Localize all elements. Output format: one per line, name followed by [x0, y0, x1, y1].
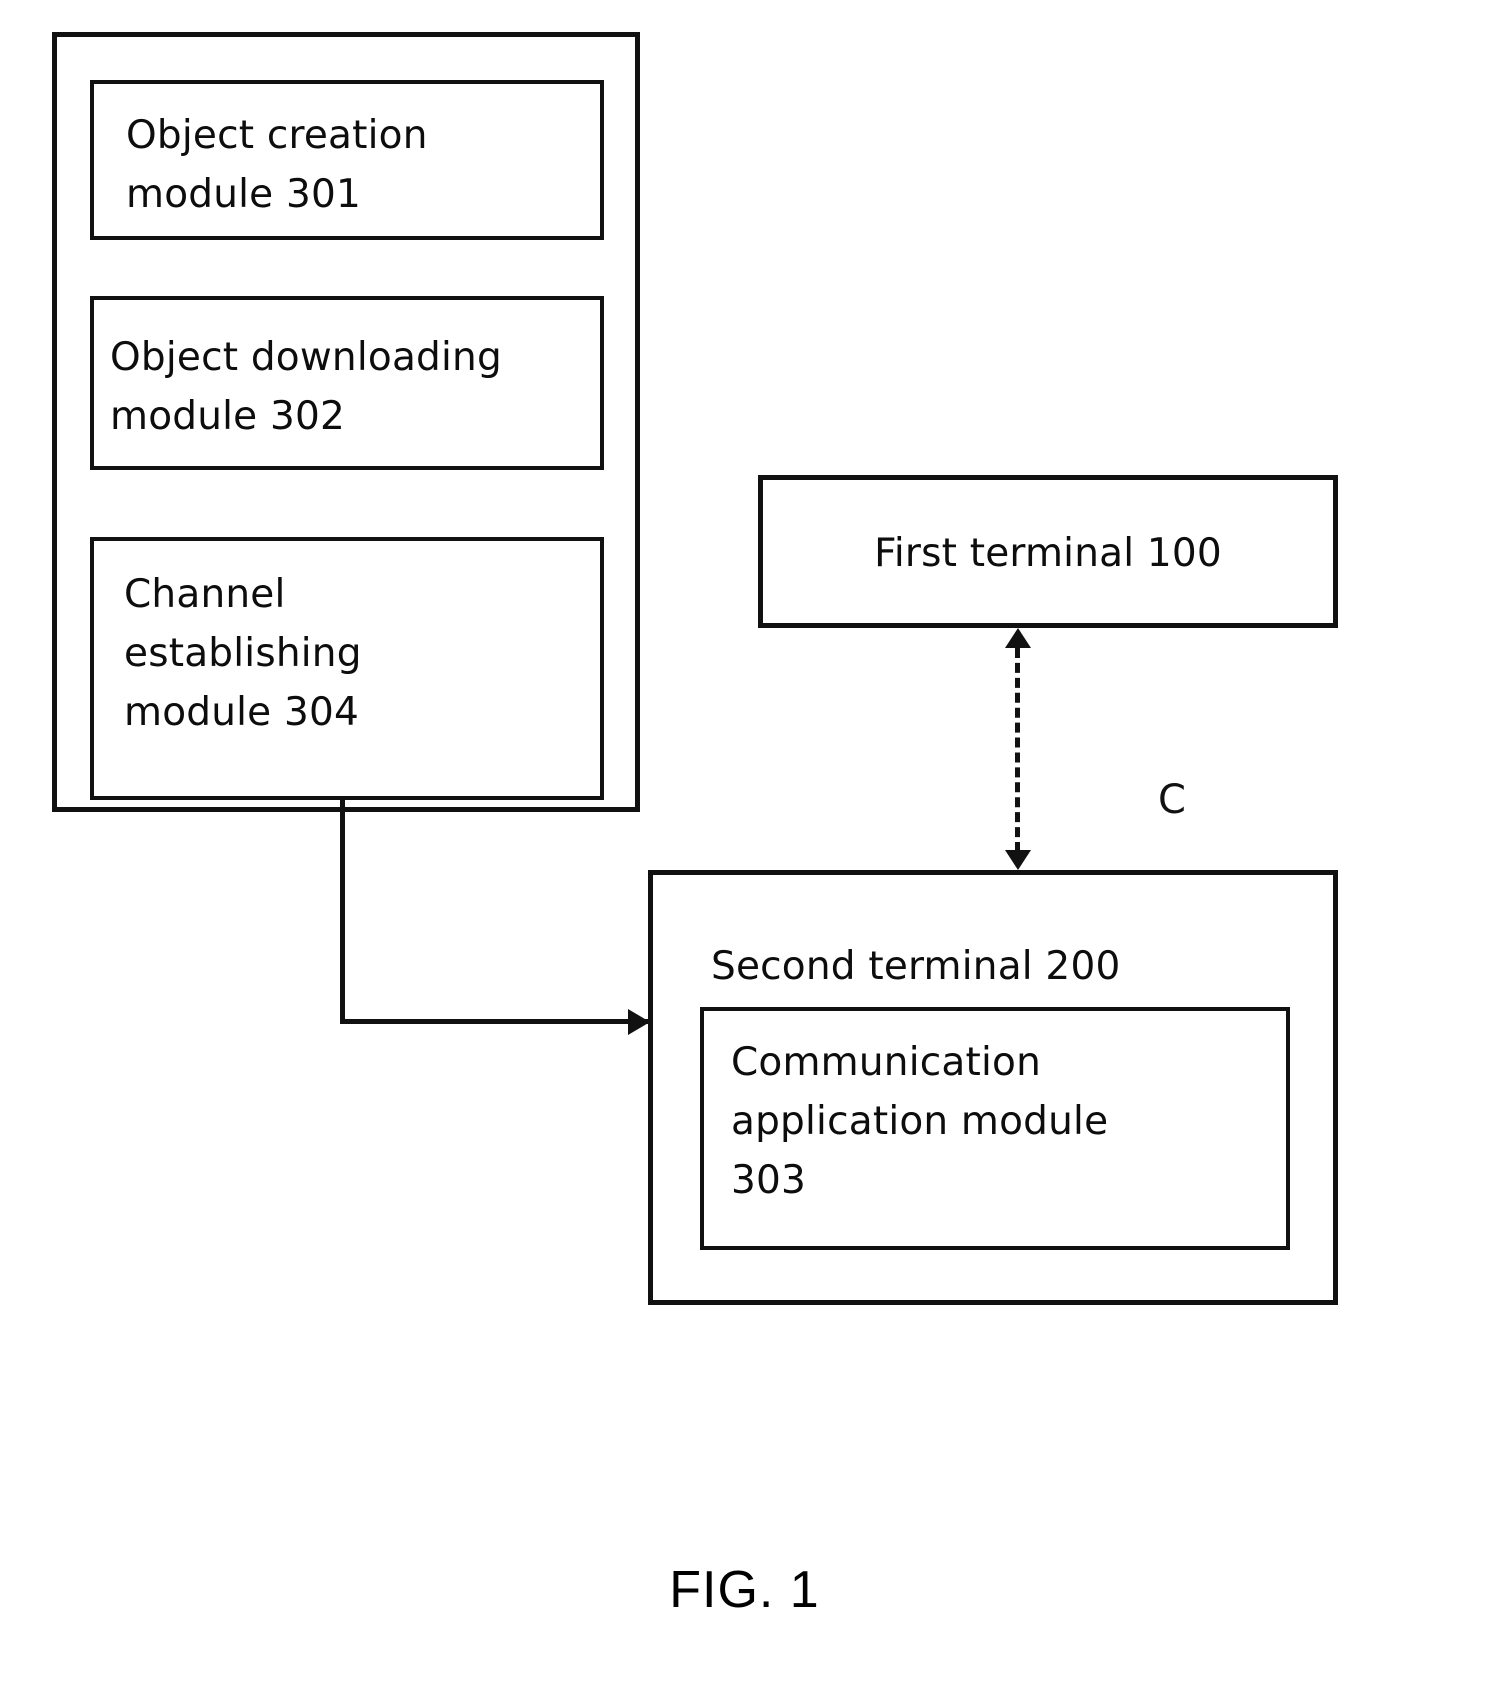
- first-terminal-box: First terminal 100: [758, 475, 1338, 628]
- communication-application-module-box: Communication application module 303: [700, 1007, 1290, 1250]
- object-downloading-module-label: Object downloading module 302: [110, 335, 502, 439]
- channel-arrowhead-up-icon: [1005, 628, 1031, 648]
- object-downloading-module-box: Object downloading module 302: [90, 296, 604, 470]
- figure-canvas: Object creation module 301 Object downlo…: [0, 0, 1489, 1685]
- first-terminal-label: First terminal 100: [874, 531, 1222, 576]
- connector-arrowhead-icon: [628, 1009, 650, 1035]
- connector-vertical-segment: [340, 797, 345, 1022]
- communication-application-module-label: Communication application module 303: [731, 1040, 1109, 1203]
- object-creation-module-label: Object creation module 301: [126, 113, 428, 217]
- connector-horizontal-segment: [340, 1019, 650, 1024]
- second-terminal-label: Second terminal 200: [711, 944, 1121, 989]
- second-terminal-box: Second terminal 200 Communication applic…: [648, 870, 1338, 1305]
- channel-establishing-module-label: Channel establishing module 304: [124, 572, 362, 735]
- figure-caption: FIG. 1: [669, 1561, 820, 1619]
- channel-label: C: [1158, 777, 1186, 823]
- channel-establishing-module-box: Channel establishing module 304: [90, 537, 604, 800]
- object-creation-module-box: Object creation module 301: [90, 80, 604, 240]
- channel-dashed-line: [1015, 648, 1020, 852]
- channel-arrowhead-down-icon: [1005, 850, 1031, 870]
